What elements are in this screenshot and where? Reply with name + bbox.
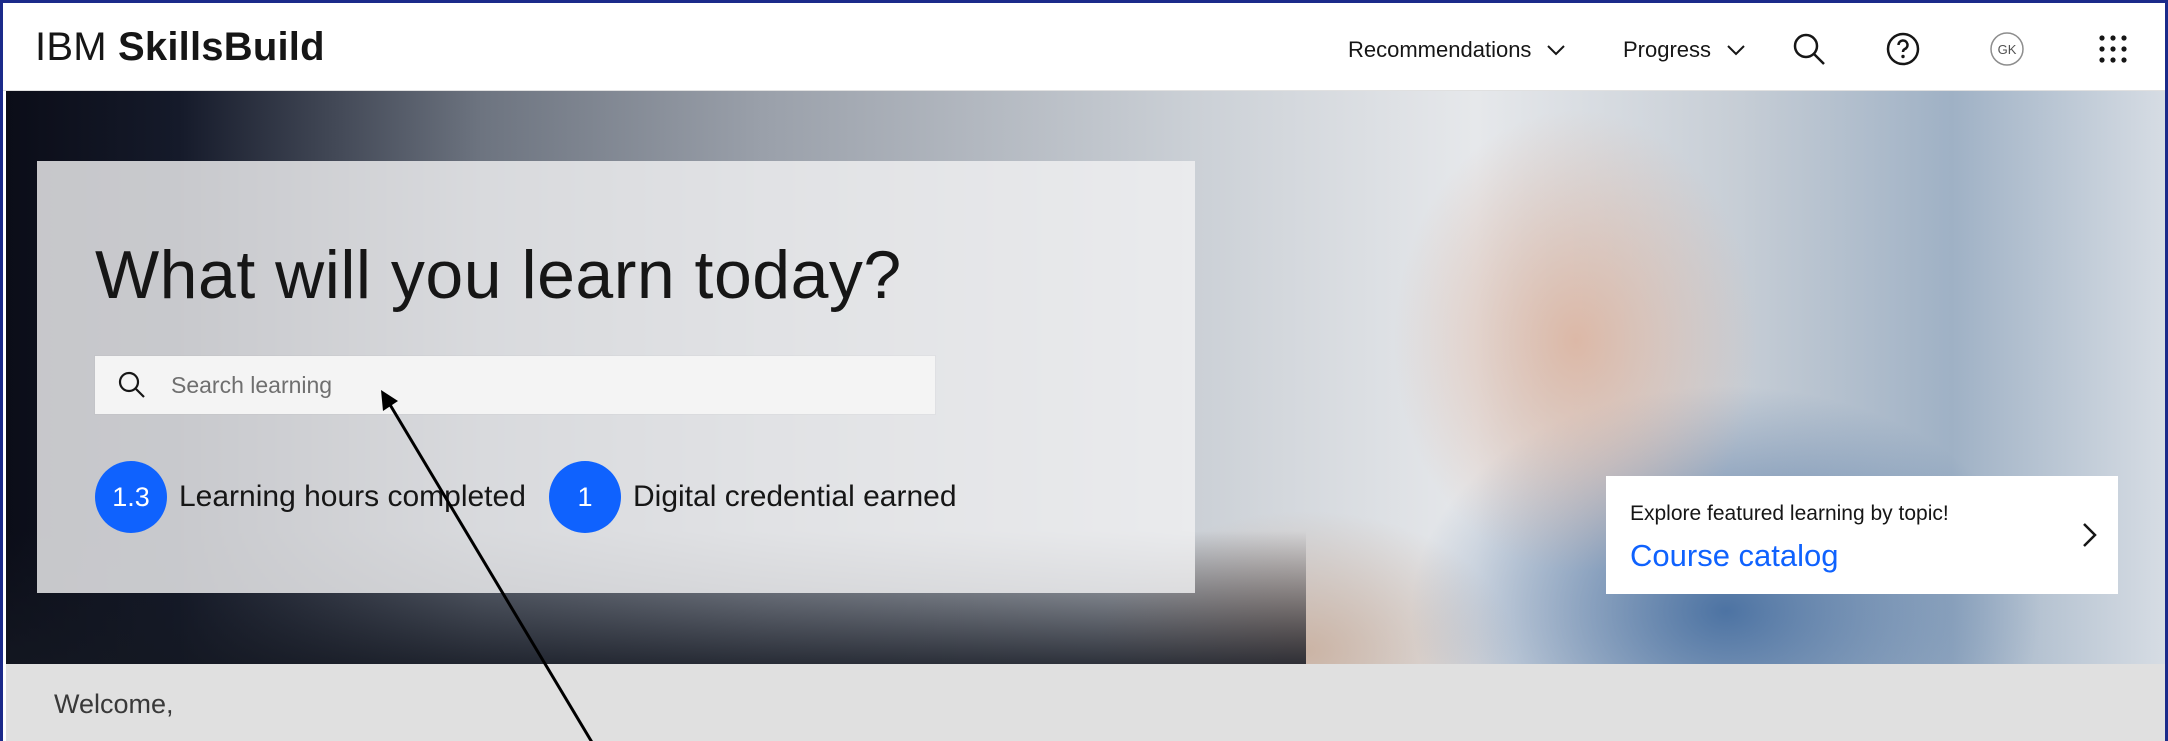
hero-title: What will you learn today? <box>95 237 902 313</box>
help-button[interactable] <box>1883 29 1923 69</box>
logo-skillsbuild-text: SkillsBuild <box>118 25 325 69</box>
ibm-skillsbuild-logo[interactable]: IBM SkillsBuild <box>35 25 325 70</box>
app-switcher-icon <box>2099 35 2127 63</box>
search-learning-box[interactable] <box>95 356 935 414</box>
nav-progress[interactable]: Progress <box>1623 37 1747 63</box>
help-icon <box>1886 32 1920 66</box>
app-window: IBM SkillsBuild Recommendations Progress <box>0 0 2168 741</box>
credentials-label: Digital credential earned <box>633 480 957 513</box>
nav-progress-label: Progress <box>1623 37 1712 62</box>
welcome-section: Welcome, <box>6 664 2165 741</box>
welcome-text: Welcome, <box>54 689 174 719</box>
search-icon <box>1793 33 1825 65</box>
hero-card: What will you learn today? 1.3 Learning … <box>37 161 1195 593</box>
nav-recommendations-label: Recommendations <box>1348 37 1532 62</box>
search-learning-input[interactable] <box>169 370 893 400</box>
catalog-title: Course catalog <box>1630 538 1839 573</box>
learning-hours-value: 1.3 <box>95 461 167 533</box>
search-button[interactable] <box>1789 29 1829 69</box>
avatar: GK <box>1990 32 2024 66</box>
app-switcher-button[interactable] <box>2093 29 2133 69</box>
chevron-right-icon <box>2083 523 2097 547</box>
search-icon <box>118 371 145 398</box>
credentials-stat: 1 Digital credential earned <box>549 461 957 533</box>
logo-ibm-text: IBM <box>35 25 107 69</box>
avatar-initials: GK <box>1998 42 2017 57</box>
learning-hours-label: Learning hours completed <box>179 480 526 513</box>
course-catalog-card[interactable]: Explore featured learning by topic! Cour… <box>1606 476 2118 594</box>
top-header: IBM SkillsBuild Recommendations Progress <box>3 3 2165 91</box>
catalog-subtitle: Explore featured learning by topic! <box>1630 502 1949 525</box>
credentials-value: 1 <box>549 461 621 533</box>
chevron-down-icon <box>1547 45 1566 56</box>
learning-hours-stat: 1.3 Learning hours completed <box>95 461 526 533</box>
user-avatar-button[interactable]: GK <box>1987 29 2027 69</box>
chevron-down-icon <box>1727 45 1745 56</box>
nav-recommendations[interactable]: Recommendations <box>1348 37 1567 63</box>
